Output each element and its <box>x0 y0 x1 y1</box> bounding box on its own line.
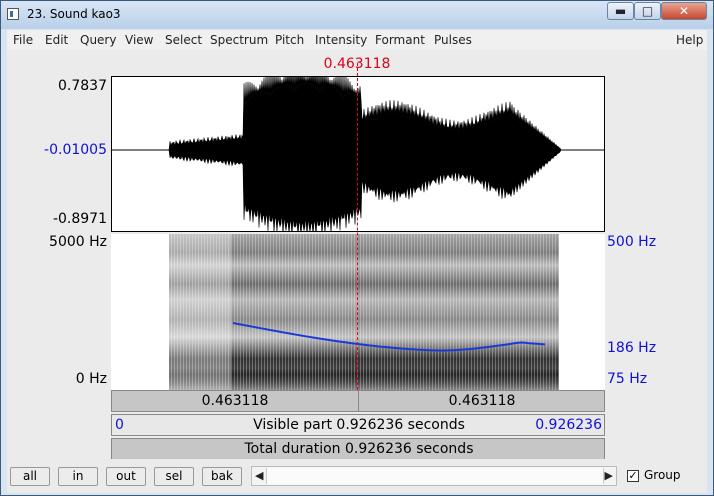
waveform-plot <box>112 65 604 240</box>
spec-bottom-freq-label: 0 Hz <box>75 371 107 387</box>
pitch-bottom-label: 75 Hz <box>607 371 648 387</box>
waveform-panel[interactable] <box>111 65 605 240</box>
zoom-back-button[interactable]: bak <box>202 467 242 486</box>
spec-top-freq-label: 5000 Hz <box>49 234 107 250</box>
wave-min-label: -0.8971 <box>52 211 107 227</box>
scroll-thumb[interactable] <box>266 468 604 484</box>
close-button[interactable]: ✕ <box>661 2 707 20</box>
title-bar[interactable]: 23. Sound kao3 ▬ □ ✕ <box>1 1 713 29</box>
pitch-top-label: 500 Hz <box>607 234 657 250</box>
window-icon <box>7 8 19 20</box>
menu-intensity[interactable]: Intensity <box>315 33 367 47</box>
menu-select[interactable]: Select <box>165 33 202 47</box>
maximize-button[interactable]: □ <box>634 2 661 20</box>
menu-query[interactable]: Query <box>80 33 116 47</box>
total-duration-bar[interactable]: Total duration 0.926236 seconds <box>111 438 605 460</box>
menu-pulses[interactable]: Pulses <box>434 33 472 47</box>
menu-bar: File Edit Query View Select Spectrum Pit… <box>7 30 707 50</box>
zoom-sel-button[interactable]: sel <box>154 467 194 486</box>
menu-view[interactable]: View <box>125 33 153 47</box>
menu-pitch[interactable]: Pitch <box>275 33 304 47</box>
pitch-mid-label: 186 Hz <box>607 340 657 356</box>
window-title: 23. Sound kao3 <box>27 7 121 21</box>
wave-max-label: 0.7837 <box>58 78 107 94</box>
group-label: Group <box>644 468 681 482</box>
menu-edit[interactable]: Edit <box>45 33 68 47</box>
menu-file[interactable]: File <box>13 33 33 47</box>
zoom-in-button[interactable]: in <box>58 467 98 486</box>
spectrogram-plot <box>169 234 559 390</box>
total-duration-label: Total duration 0.926236 seconds <box>244 441 474 457</box>
visible-part-bar[interactable]: 0 Visible part 0.926236 seconds 0.926236 <box>111 414 605 436</box>
group-checkbox[interactable]: ✓ <box>627 470 639 482</box>
visible-end-label: 0.926236 <box>535 417 602 433</box>
spectrogram-panel[interactable] <box>111 234 605 390</box>
selection-time-bar[interactable]: 0.463118 0.463118 <box>111 390 605 412</box>
left-time-segment[interactable]: 0.463118 <box>112 393 358 409</box>
menu-formant[interactable]: Formant <box>375 33 425 47</box>
wave-mid-label: -0.01005 <box>44 142 107 158</box>
scroll-right-icon[interactable]: ▶ <box>605 469 613 482</box>
time-scrollbar[interactable]: ◀ ▶ <box>251 466 617 486</box>
time-cursor[interactable] <box>357 63 358 390</box>
minimize-button[interactable]: ▬ <box>607 2 634 20</box>
scroll-left-icon[interactable]: ◀ <box>255 469 263 482</box>
zoom-out-button[interactable]: out <box>106 467 146 486</box>
right-time-segment[interactable]: 0.463118 <box>359 393 605 409</box>
zoom-all-button[interactable]: all <box>10 467 50 486</box>
menu-spectrum[interactable]: Spectrum <box>210 33 268 47</box>
menu-help[interactable]: Help <box>676 33 703 47</box>
praat-sound-window: 23. Sound kao3 ▬ □ ✕ File Edit Query Vie… <box>0 0 714 496</box>
visible-part-label: Visible part 0.926236 seconds <box>253 417 465 433</box>
